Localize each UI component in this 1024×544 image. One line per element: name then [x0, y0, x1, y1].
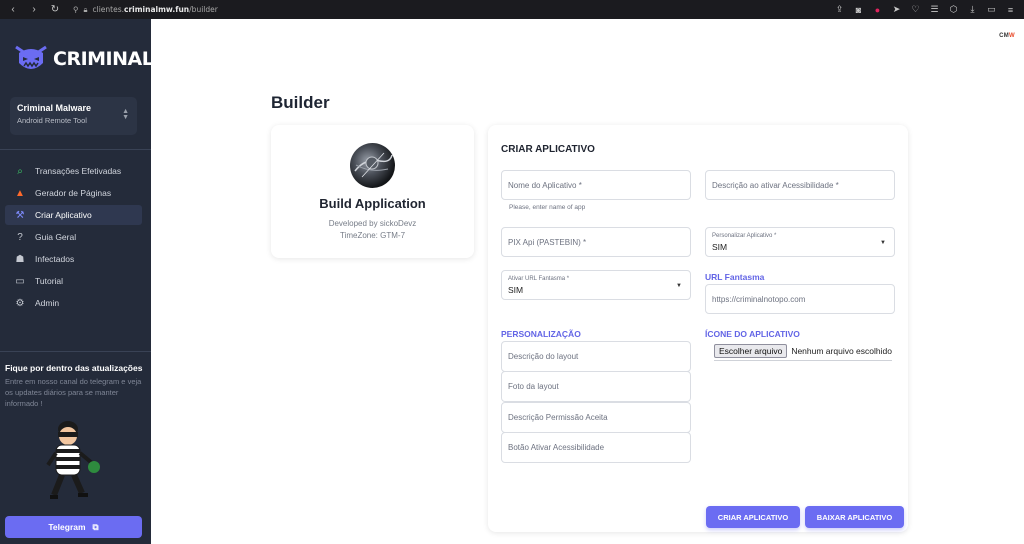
browser-toolbar: ‹ › ↻ ⚲ 🔒︎ clientes.criminalmw.fun/build… — [0, 0, 1024, 19]
sidebar-item-admin[interactable]: ⚙ Admin — [5, 293, 142, 313]
profile-name: Build Application — [319, 196, 426, 211]
reload-icon[interactable]: ↻ — [49, 4, 61, 15]
profile-card: Build Application Developed by sickoDevz… — [271, 125, 474, 258]
brand-name: CRIMINAL — [53, 48, 154, 70]
chevron-updown-icon: ▲ ▼ — [122, 108, 129, 121]
brand-logo[interactable]: CRIMINAL — [13, 41, 154, 77]
telegram-button-label: Telegram — [48, 522, 86, 532]
layout-photo-input[interactable]: Foto da layout — [501, 371, 691, 402]
personalization-section-title: PERSONALIZAÇÃO — [501, 329, 581, 339]
camera-icon[interactable]: ◙ — [853, 5, 864, 15]
brand-badge: CMW — [999, 33, 1015, 39]
thief-illustration — [40, 419, 106, 505]
accessibility-description-input[interactable]: Descrição ao ativar Acessibilidade * — [705, 170, 895, 200]
app-selector[interactable]: Criminal Malware Android Remote Tool ▲ ▼ — [10, 97, 137, 135]
sidebar-item-tutorial[interactable]: ▭ Tutorial — [5, 271, 142, 291]
heart-icon[interactable]: ♡ — [910, 4, 921, 15]
app-name-input[interactable]: Nome do Aplicativo * — [501, 170, 691, 200]
url-text: clientes.criminalmw.fun/builder — [92, 5, 218, 14]
search-icon: ⚲ — [73, 5, 79, 14]
sidebar-item-guia-geral[interactable]: ? Guia Geral — [5, 227, 142, 247]
news-panel: Fique por dentro das atualizações Entre … — [5, 363, 145, 409]
sidebar-item-label: Guia Geral — [35, 232, 77, 242]
accessibility-button-input[interactable]: Botão Ativar Acessibilidade — [501, 432, 691, 463]
news-body: Entre em nosso canal do telegram e veja … — [5, 377, 142, 408]
customize-app-select[interactable]: Personalizar Aplicativo * SIM ▼ — [705, 227, 895, 257]
sidebar-item-label: Criar Aplicativo — [35, 210, 92, 220]
external-link-icon: ⧉ — [92, 521, 99, 532]
pix-api-placeholder: PIX Api (PASTEBIN) * — [508, 237, 587, 247]
file-status: Nenhum arquivo escolhido — [791, 346, 892, 356]
sidebar-item-label: Gerador de Páginas — [35, 188, 112, 198]
customize-app-label: Personalizar Aplicativo * — [712, 232, 777, 239]
layout-description-placeholder: Descrição do layout — [508, 352, 579, 361]
sidebar-item-transacoes[interactable]: ⌕ Transações Efetivadas — [5, 161, 142, 181]
phantom-url-placeholder: https://criminalnotopo.com — [712, 294, 806, 304]
customize-app-value: SIM — [712, 241, 728, 252]
shield-icon[interactable]: ● — [872, 5, 883, 15]
lock-icon: 🔒︎ — [83, 4, 88, 14]
permission-description-input[interactable]: Descrição Permissão Aceita — [501, 402, 691, 433]
menu-icon[interactable]: ☰ — [929, 4, 940, 15]
battery-icon[interactable]: ▭ — [986, 4, 997, 15]
accessibility-button-placeholder: Botão Ativar Acessibilidade — [508, 443, 605, 452]
profile-developer: Developed by sickoDevz — [328, 219, 417, 228]
sidebar: CRIMINAL Criminal Malware Android Remote… — [0, 19, 154, 544]
sidebar-menu: ⌕ Transações Efetivadas ▲ Gerador de Pág… — [5, 161, 142, 315]
form-title: CRIAR APLICATIVO — [501, 144, 595, 155]
phantom-url-toggle-label: Ativar URL Fantasma * — [508, 275, 570, 282]
app-selector-subtitle: Android Remote Tool — [17, 116, 87, 125]
help-circle-icon: ? — [17, 231, 23, 243]
app-name-hint: Please, enter name of app — [509, 204, 586, 211]
pix-api-input[interactable]: PIX Api (PASTEBIN) * — [501, 227, 691, 257]
share-icon[interactable]: ⇪ — [834, 4, 845, 15]
accessibility-description-placeholder: Descrição ao ativar Acessibilidade * — [712, 180, 839, 190]
sidebar-item-label: Infectados — [35, 254, 75, 264]
gear-icon: ⚙ — [15, 297, 25, 309]
divider — [0, 149, 151, 150]
money-search-icon: ⌕ — [17, 165, 23, 177]
sidebar-item-label: Admin — [35, 298, 60, 308]
app-icon-file-input[interactable]: Escolher arquivo Nenhum arquivo escolhid… — [714, 344, 892, 361]
download-icon[interactable]: ⤓ — [967, 4, 978, 15]
back-icon[interactable]: ‹ — [7, 4, 19, 15]
divider — [0, 351, 151, 352]
sidebar-item-label: Transações Efetivadas — [35, 166, 122, 176]
phantom-url-section-title: URL Fantasma — [705, 272, 765, 282]
fire-icon: ▲ — [15, 187, 25, 199]
sidebar-item-infectados[interactable]: ☗ Infectados — [5, 249, 142, 269]
phantom-url-toggle-select[interactable]: Ativar URL Fantasma * SIM ▼ — [501, 270, 691, 300]
monitor-icon: ▭ — [15, 275, 25, 287]
app-icon-section-title: ÍCONE DO APLICATIVO — [705, 329, 800, 339]
create-app-button[interactable]: CRIAR APLICATIVO — [706, 506, 800, 528]
sidebar-item-criar-aplicativo[interactable]: ⚒ Criar Aplicativo — [5, 205, 142, 225]
address-bar[interactable]: ⚲ 🔒︎ clientes.criminalmw.fun/builder — [73, 5, 218, 15]
create-app-form: CRIAR APLICATIVO Nome do Aplicativo * Pl… — [488, 125, 908, 532]
telegram-button[interactable]: Telegram ⧉ — [5, 516, 142, 538]
layout-photo-placeholder: Foto da layout — [508, 382, 559, 391]
cube-icon[interactable]: ⬡ — [948, 4, 959, 15]
send-icon[interactable]: ➤ — [891, 4, 902, 15]
app-name-placeholder: Nome do Aplicativo * — [508, 180, 582, 190]
sidebar-item-gerador[interactable]: ▲ Gerador de Páginas — [5, 183, 142, 203]
more-icon[interactable]: ≡ — [1005, 5, 1016, 15]
download-app-button[interactable]: BAIXAR APLICATIVO — [805, 506, 904, 528]
android-icon: ☗ — [15, 253, 25, 265]
avatar — [350, 143, 395, 188]
profile-timezone: TimeZone: GTM-7 — [339, 231, 406, 240]
news-heading: Fique por dentro das atualizações — [5, 363, 143, 373]
skull-logo-icon — [13, 41, 49, 77]
dropdown-arrow-icon: ▼ — [880, 240, 886, 246]
layout-description-input[interactable]: Descrição do layout — [501, 341, 691, 372]
permission-description-placeholder: Descrição Permissão Aceita — [508, 413, 608, 422]
choose-file-button[interactable]: Escolher arquivo — [714, 344, 788, 358]
phantom-url-toggle-value: SIM — [508, 284, 524, 295]
dropdown-arrow-icon: ▼ — [676, 283, 682, 289]
sidebar-item-label: Tutorial — [35, 276, 64, 286]
page-title: Builder — [271, 93, 330, 112]
build-icon: ⚒ — [15, 209, 25, 221]
app-selector-title: Criminal Malware — [17, 103, 92, 113]
forward-icon[interactable]: › — [28, 4, 40, 15]
phantom-url-input[interactable]: https://criminalnotopo.com — [705, 284, 895, 314]
